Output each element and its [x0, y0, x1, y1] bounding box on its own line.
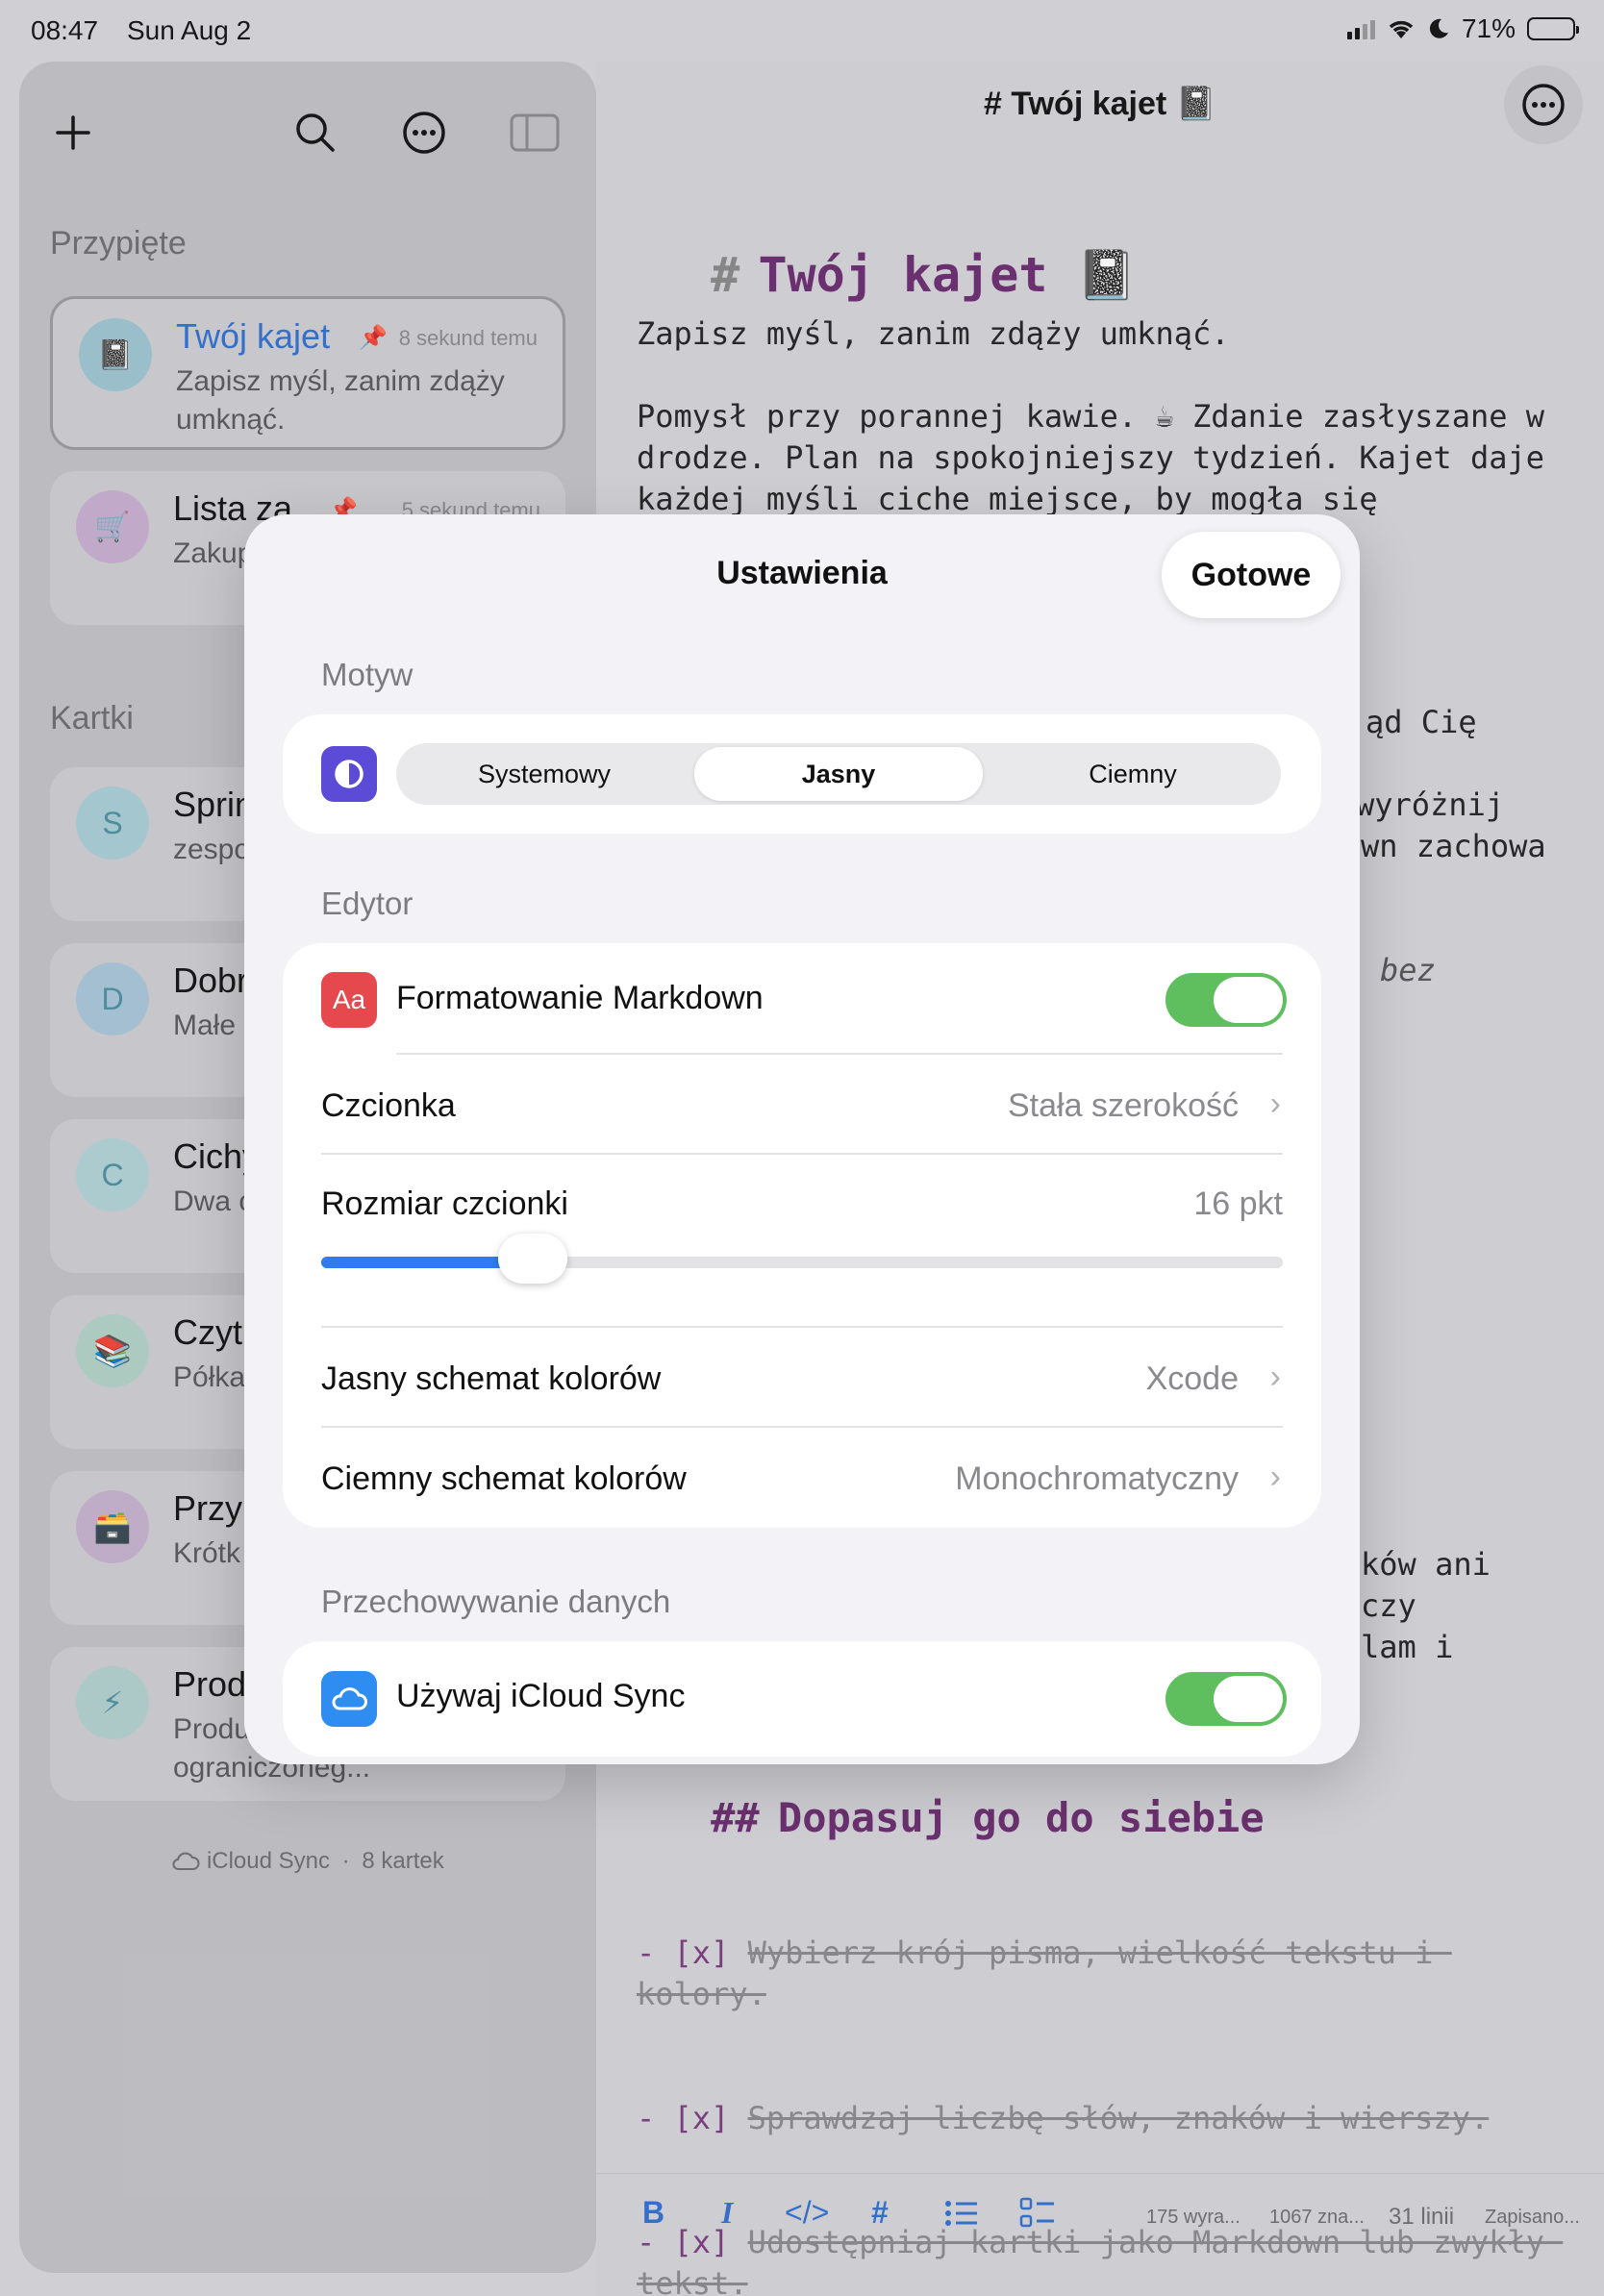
divider: [321, 1426, 1283, 1428]
cloud-icon: [332, 1687, 367, 1710]
theme-option-dark[interactable]: Ciemny: [989, 747, 1277, 801]
theme-segmented-control: Systemowy Jasny Ciemny: [396, 743, 1281, 805]
light-scheme-value: Xcode: [1145, 1360, 1239, 1397]
markdown-label: Formatowanie Markdown: [396, 980, 764, 1016]
divider: [321, 1153, 1283, 1155]
half-circle-icon: [335, 760, 363, 788]
theme-option-light[interactable]: Jasny: [694, 747, 983, 801]
icloud-label: Używaj iCloud Sync: [396, 1678, 686, 1714]
toggle-knob: [1214, 977, 1283, 1023]
settings-sheet: Ustawienia Gotowe Motyw Systemowy Jasny …: [244, 514, 1360, 1764]
divider: [396, 1053, 1283, 1055]
theme-icon: [321, 746, 377, 802]
markdown-toggle[interactable]: [1165, 973, 1287, 1027]
dark-scheme-value: Monochromatyczny: [955, 1460, 1239, 1497]
icloud-toggle[interactable]: [1165, 1672, 1287, 1726]
done-button[interactable]: Gotowe: [1162, 532, 1341, 618]
editor-section-label: Edytor: [321, 886, 414, 921]
divider: [321, 1326, 1283, 1328]
markdown-icon: Aa: [321, 972, 377, 1028]
font-value: Stała szerokość: [1008, 1087, 1239, 1124]
icloud-icon: [321, 1671, 377, 1727]
theme-section-label: Motyw: [321, 657, 414, 692]
storage-group: Używaj iCloud Sync: [283, 1641, 1321, 1757]
dark-scheme-label: Ciemny schemat kolorów: [321, 1460, 687, 1497]
theme-group: Systemowy Jasny Ciemny: [283, 714, 1321, 834]
toggle-knob: [1214, 1676, 1283, 1722]
storage-section-label: Przechowywanie danych: [321, 1584, 671, 1619]
font-size-slider[interactable]: [321, 1234, 1283, 1284]
chevron-right-icon: ›: [1269, 1459, 1281, 1495]
chevron-right-icon: ›: [1269, 1086, 1281, 1122]
font-label: Czcionka: [321, 1087, 456, 1124]
chevron-right-icon: ›: [1269, 1359, 1281, 1395]
editor-settings-group: Aa Formatowanie Markdown Czcionka Stała …: [283, 943, 1321, 1528]
light-scheme-label: Jasny schemat kolorów: [321, 1360, 662, 1397]
font-size-label: Rozmiar czcionki: [321, 1185, 568, 1222]
font-size-value: 16 pkt: [1193, 1185, 1283, 1222]
slider-thumb[interactable]: [498, 1234, 567, 1284]
theme-option-system[interactable]: Systemowy: [400, 747, 689, 801]
